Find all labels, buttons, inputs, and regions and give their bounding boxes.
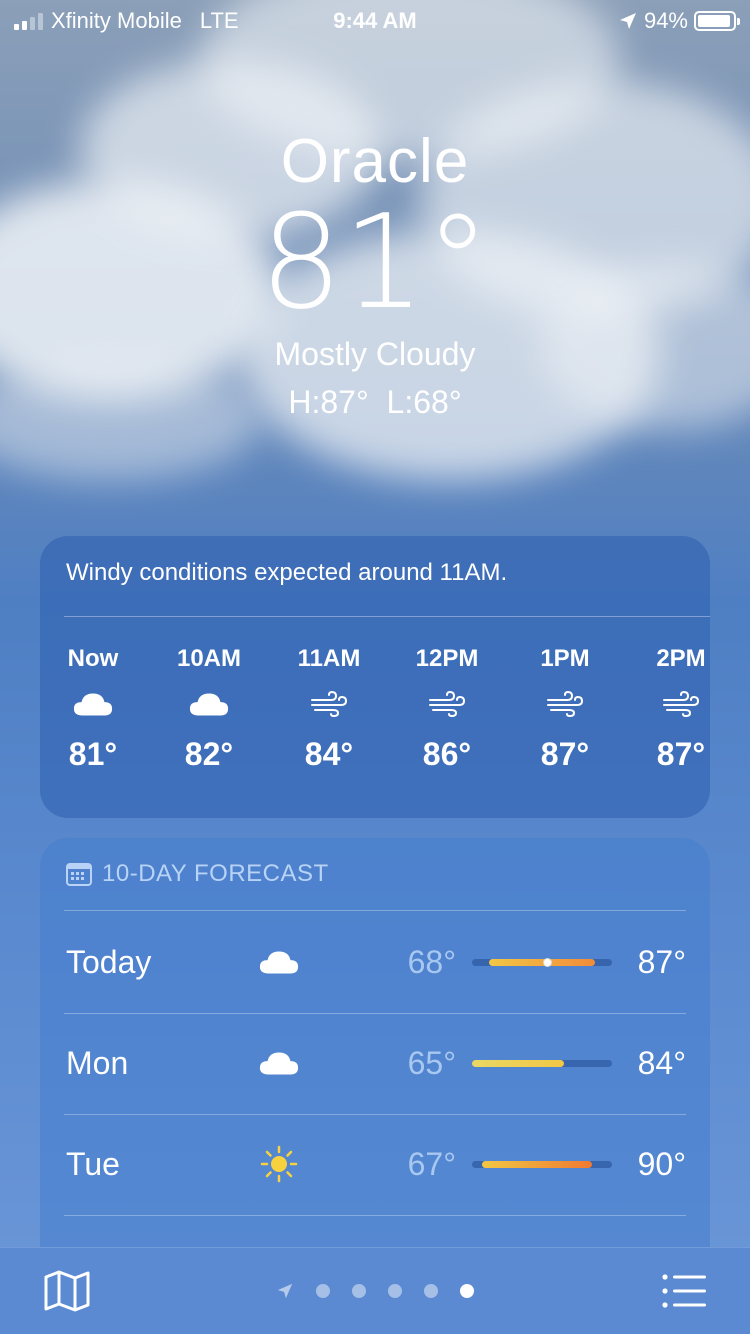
day-low: 67° — [407, 1146, 456, 1182]
sun-icon — [254, 1144, 304, 1184]
wind-icon — [510, 674, 620, 734]
list-icon[interactable] — [662, 1274, 706, 1308]
day-name: Mon — [66, 1045, 129, 1081]
day-high: 84° — [637, 1045, 686, 1081]
hourly-summary: Windy conditions expected around 11AM. — [66, 559, 508, 586]
page-dot[interactable] — [388, 1284, 402, 1298]
high-low: H:87° L:68° — [288, 384, 462, 420]
calendar-icon — [66, 863, 92, 886]
wind-icon — [274, 674, 384, 734]
hour-label: 11AM — [297, 645, 361, 672]
divider — [64, 616, 710, 617]
ten-day-title: 10-DAY FORECAST — [102, 860, 329, 887]
hour-label: 10AM — [176, 645, 242, 672]
day-low: 68° — [407, 944, 456, 980]
ten-day-header: 10-DAY FORECAST — [66, 860, 329, 888]
cloud-icon — [154, 674, 264, 734]
temperature-range-fill — [472, 1060, 565, 1067]
forecast-day-row[interactable]: Mon 65° 84° — [40, 1013, 710, 1113]
battery-icon — [694, 11, 740, 31]
day-name: Today — [66, 944, 152, 980]
hour-temperature: 81° — [68, 736, 118, 772]
cloud-icon — [254, 1043, 304, 1083]
hour-temperature: 82° — [184, 736, 234, 772]
ten-day-forecast-card[interactable]: 10-DAY FORECAST Today 68° 87° Mon 65° 84° Tue 6… — [40, 838, 710, 1278]
cloud-icon — [38, 674, 148, 734]
wind-icon — [392, 674, 502, 734]
forecast-day-row[interactable]: Today 68° 87° — [40, 912, 710, 1012]
hour-column: 2PM 87° — [626, 644, 736, 774]
temperature-range-bar — [472, 1060, 612, 1067]
current-temperature: 81° — [259, 186, 491, 338]
battery-percent: 94% — [643, 8, 688, 33]
day-high: 87° — [637, 944, 686, 980]
hour-column: 10AM 82° — [154, 644, 264, 774]
divider — [64, 1215, 686, 1216]
forecast-day-row[interactable]: Tue 67° 90° — [40, 1114, 710, 1214]
hour-column: 11AM 84° — [274, 644, 384, 774]
bottom-toolbar — [0, 1247, 750, 1334]
hour-label: 1PM — [540, 645, 590, 672]
hour-label: Now — [67, 645, 119, 672]
temperature-range-bar — [472, 958, 612, 967]
hour-label: 12PM — [415, 645, 479, 672]
current-conditions: Oracle 81° Mostly Cloudy H:87° L:68° — [0, 122, 750, 424]
page-dot[interactable] — [424, 1284, 438, 1298]
hour-temperature: 84° — [304, 736, 354, 772]
hour-label: 2PM — [656, 645, 706, 672]
location-page-icon[interactable] — [276, 1282, 294, 1300]
page-dot[interactable] — [460, 1284, 474, 1298]
temperature-range-fill — [488, 959, 596, 966]
location-arrow-icon — [619, 13, 636, 29]
hourly-forecast-card[interactable]: Windy conditions expected around 11AM. N… — [40, 536, 710, 818]
status-right: 94% — [618, 8, 740, 34]
page-dot[interactable] — [352, 1284, 366, 1298]
hour-temperature: 87° — [656, 736, 706, 772]
hour-column: Now 81° — [38, 644, 148, 774]
day-low: 65° — [407, 1045, 456, 1081]
temperature-range-bar — [472, 1161, 612, 1168]
hour-temperature: 86° — [422, 736, 472, 772]
day-high: 90° — [637, 1146, 686, 1182]
hour-temperature: 87° — [540, 736, 590, 772]
hour-column: 12PM 86° — [392, 644, 502, 774]
condition-text: Mostly Cloudy — [274, 336, 476, 372]
day-name: Tue — [66, 1146, 120, 1182]
cloud-icon — [254, 942, 304, 982]
wind-icon — [626, 674, 736, 734]
hour-column: 1PM 87° — [510, 644, 620, 774]
page-indicator[interactable] — [0, 1282, 750, 1300]
temperature-range-fill — [481, 1161, 593, 1168]
page-dot[interactable] — [316, 1284, 330, 1298]
status-bar: Xfinity Mobile LTE 9:44 AM 94% — [0, 0, 750, 40]
divider — [64, 910, 686, 911]
